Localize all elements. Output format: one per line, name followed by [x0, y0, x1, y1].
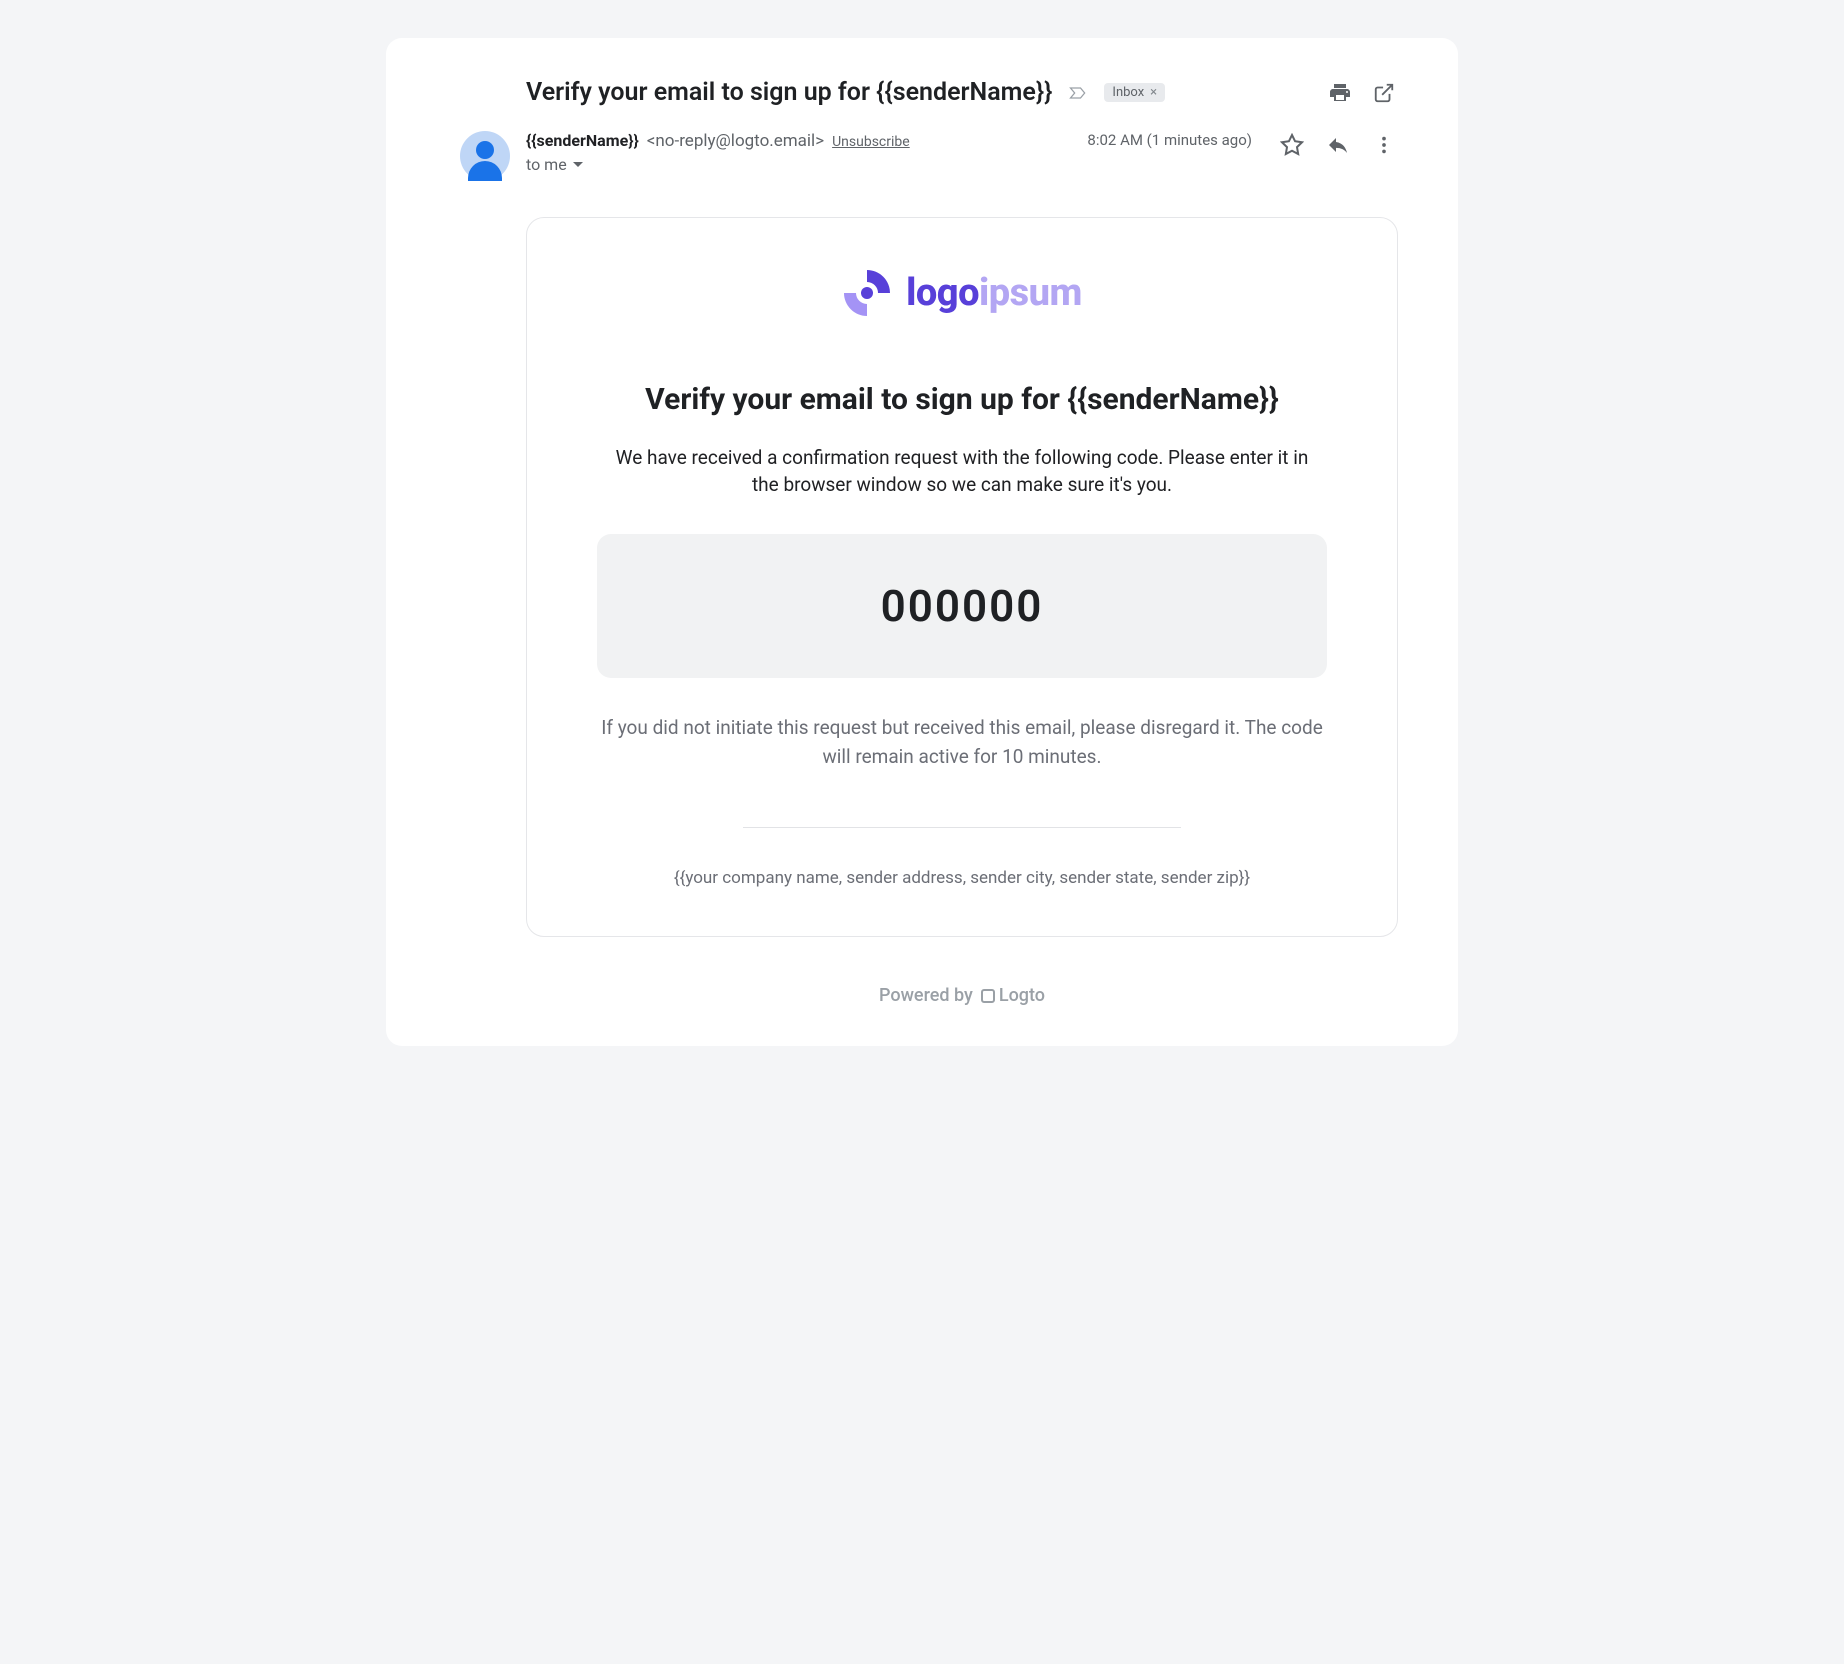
sender-email: <no-reply@logto.email>: [647, 131, 824, 151]
email-body: logoipsum Verify your email to sign up f…: [526, 217, 1398, 937]
divider: [743, 827, 1181, 828]
verification-code: 000000: [881, 580, 1044, 632]
disclaimer-text: If you did not initiate this request but…: [597, 714, 1327, 771]
logo-mark-icon: [842, 268, 892, 318]
company-footer: {{your company name, sender address, sen…: [597, 868, 1327, 888]
sender-line: {{senderName}} <no-reply@logto.email> Un…: [526, 131, 1071, 151]
timestamp: 8:02 AM (1 minutes ago): [1087, 131, 1252, 149]
inbox-chip-label: Inbox: [1112, 85, 1144, 100]
email-subject: Verify your email to sign up for {{sende…: [526, 78, 1052, 107]
logo-row: logoipsum: [597, 268, 1327, 318]
star-icon[interactable]: [1278, 131, 1306, 159]
inbox-chip[interactable]: Inbox ×: [1104, 83, 1165, 102]
print-icon[interactable]: [1326, 79, 1354, 107]
to-line-text: to me: [526, 155, 567, 174]
more-vert-icon[interactable]: [1370, 131, 1398, 159]
sender-name: {{senderName}}: [526, 131, 639, 150]
chevron-down-icon: [573, 160, 583, 170]
logto-brand: Logto: [981, 985, 1045, 1006]
action-icons: [1278, 131, 1398, 159]
unsubscribe-link[interactable]: Unsubscribe: [832, 134, 910, 150]
logo-text-part2: ipsum: [979, 271, 1082, 315]
verification-code-box: 000000: [597, 534, 1327, 678]
to-line[interactable]: to me: [526, 155, 1071, 174]
body-paragraph: We have received a confirmation request …: [597, 445, 1327, 498]
meta-row: {{senderName}} <no-reply@logto.email> Un…: [446, 131, 1398, 181]
open-new-window-icon[interactable]: [1370, 79, 1398, 107]
powered-prefix: Powered by: [879, 985, 973, 1006]
logto-brand-name: Logto: [999, 985, 1045, 1006]
reply-icon[interactable]: [1324, 131, 1352, 159]
email-card: Verify your email to sign up for {{sende…: [386, 38, 1458, 1046]
powered-by: Powered by Logto: [526, 985, 1398, 1006]
inbox-chip-close-icon[interactable]: ×: [1150, 85, 1157, 100]
body-title: Verify your email to sign up for {{sende…: [597, 382, 1327, 417]
subject-row: Verify your email to sign up for {{sende…: [446, 78, 1398, 107]
avatar[interactable]: [460, 131, 510, 181]
meta-text: {{senderName}} <no-reply@logto.email> Un…: [526, 131, 1071, 174]
label-arrow-icon[interactable]: [1068, 83, 1088, 103]
logto-icon: [981, 989, 995, 1003]
logo-text: logoipsum: [906, 271, 1082, 315]
logo-text-part1: logo: [906, 271, 979, 315]
